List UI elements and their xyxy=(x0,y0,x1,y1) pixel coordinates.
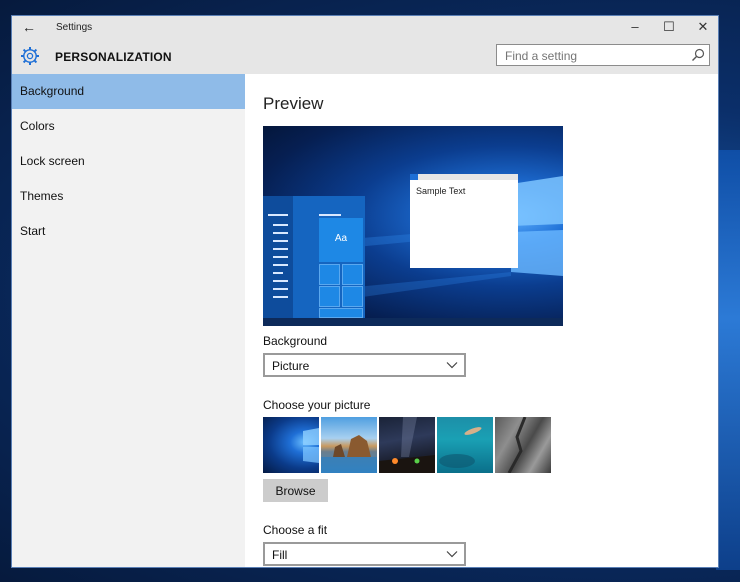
preview-menu-line xyxy=(273,280,288,282)
preview-menu-line xyxy=(273,296,288,298)
preview-tile xyxy=(319,286,340,307)
preview-window-accent xyxy=(410,174,418,180)
choose-picture-label: Choose your picture xyxy=(263,398,371,412)
cliff-crack xyxy=(507,416,527,474)
preview-window-titlebar xyxy=(410,174,518,180)
preview-menu-line xyxy=(273,224,288,226)
back-arrow-icon[interactable]: ← xyxy=(22,19,36,35)
preview-tile-label: Aa xyxy=(334,233,348,244)
gear-icon xyxy=(21,47,39,65)
chevron-down-icon xyxy=(446,362,458,369)
swimmer xyxy=(439,427,482,468)
preview-sample-text: Sample Text xyxy=(416,186,466,196)
thumbnail-beach[interactable] xyxy=(321,417,377,473)
preview-tile xyxy=(319,308,363,318)
minimize-button[interactable]: – xyxy=(625,19,645,34)
preview-menu-line xyxy=(273,264,288,266)
page-title: PERSONALIZATION xyxy=(55,50,172,64)
preview-window: Sample Text xyxy=(410,174,518,268)
fit-dropdown-value: Fill xyxy=(272,548,288,562)
desktop-preview: Aa Sample Text xyxy=(263,126,563,326)
title-bar: ← Settings – ☐ ✕ xyxy=(12,16,718,40)
picture-thumbnails xyxy=(263,416,563,474)
chevron-down-icon xyxy=(446,551,458,558)
thumbnail-windows-hero[interactable] xyxy=(263,417,319,473)
page-header: PERSONALIZATION xyxy=(12,40,718,74)
main-content: Preview Aa Sample Text Background Pictur… xyxy=(245,74,718,567)
settings-window: ← Settings – ☐ ✕ PERSONALIZATION Backgr xyxy=(12,16,718,567)
sidebar-item-background[interactable]: Background xyxy=(12,74,245,109)
background-label: Background xyxy=(263,334,328,348)
windows-logo-thumbnail xyxy=(303,428,319,463)
thumbnail-night-sky[interactable] xyxy=(379,417,435,473)
sidebar-item-lock-screen[interactable]: Lock screen xyxy=(12,144,245,179)
preview-tile xyxy=(342,264,363,285)
preview-menu-line xyxy=(273,256,288,258)
preview-heading: Preview xyxy=(263,94,324,113)
background-dropdown[interactable]: Picture xyxy=(263,353,466,377)
preview-tile xyxy=(342,286,363,307)
background-dropdown-value: Picture xyxy=(272,359,310,373)
sidebar-nav: Background Colors Lock screen Themes Sta… xyxy=(12,74,245,567)
search-icon[interactable] xyxy=(691,48,705,62)
search-input[interactable] xyxy=(503,46,687,66)
preview-tile-large: Aa xyxy=(319,218,363,262)
preview-menu-line xyxy=(273,240,288,242)
preview-tile xyxy=(319,264,340,285)
thumbnail-underwater[interactable] xyxy=(437,417,493,473)
sidebar-item-start[interactable]: Start xyxy=(12,214,245,249)
sea-stack-rock xyxy=(321,435,377,473)
preview-menu-line xyxy=(268,214,288,216)
thumbnail-rock-cliff[interactable] xyxy=(495,416,551,474)
desktop-wallpaper-glow xyxy=(716,150,740,570)
choose-fit-label: Choose a fit xyxy=(263,523,328,537)
browse-button[interactable]: Browse xyxy=(263,479,328,502)
preview-menu-line xyxy=(273,272,283,274)
fit-dropdown[interactable]: Fill xyxy=(263,542,466,566)
maximize-button[interactable]: ☐ xyxy=(659,19,679,35)
preview-menu-line xyxy=(273,288,288,290)
close-button[interactable]: ✕ xyxy=(693,19,713,35)
preview-menu-line xyxy=(319,214,341,216)
preview-taskbar xyxy=(263,318,563,326)
search-box[interactable] xyxy=(496,44,710,66)
sidebar-item-themes[interactable]: Themes xyxy=(12,179,245,214)
window-title: Settings xyxy=(56,22,93,33)
milky-way xyxy=(379,417,435,473)
preview-menu-line xyxy=(273,232,288,234)
sidebar-item-colors[interactable]: Colors xyxy=(12,109,245,144)
preview-menu-line xyxy=(273,248,288,250)
